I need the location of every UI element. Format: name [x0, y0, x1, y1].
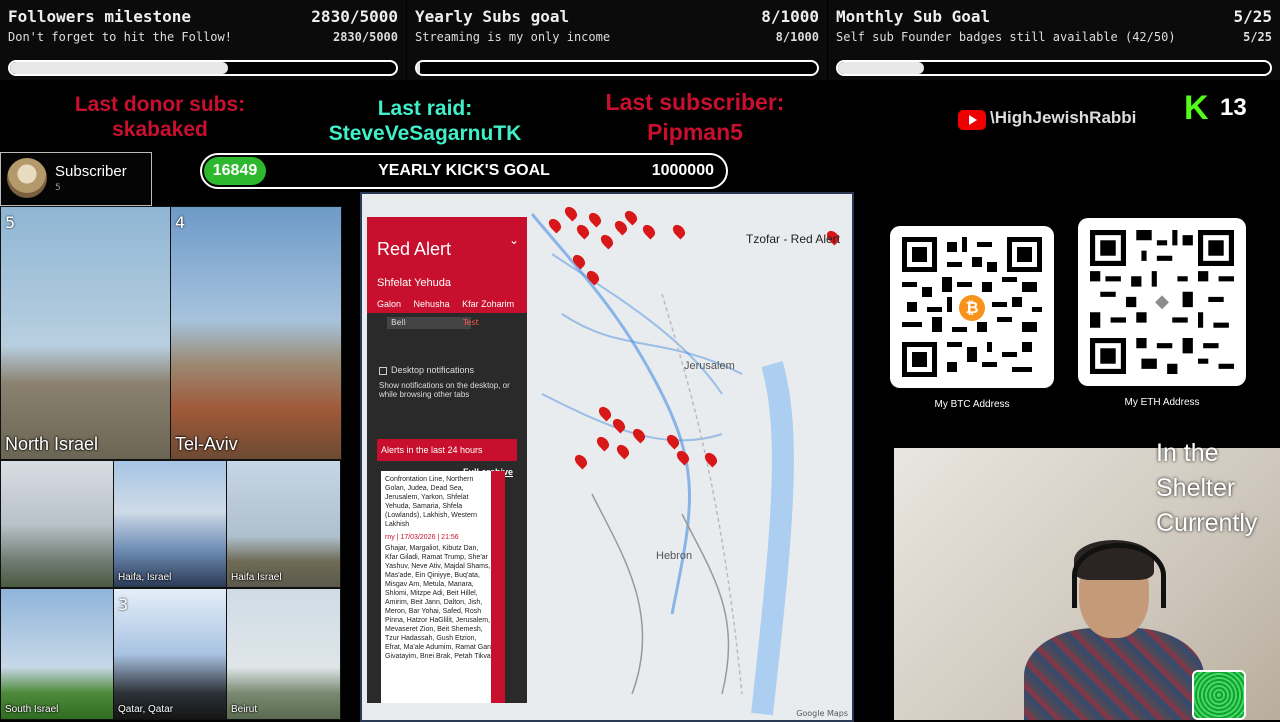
camera-label: Haifa, Israel: [118, 572, 172, 583]
goal-yearly-subs: Yearly Subs goal 8/1000 Streaming is my …: [407, 0, 827, 80]
last-raid-label: Last raid:: [377, 97, 473, 120]
shelter-line-3: Currently: [1156, 509, 1258, 537]
camera-feed: 5 North Israel: [0, 206, 172, 460]
camera-label: North Israel: [5, 434, 99, 454]
camera-feed: South Israel: [0, 588, 115, 720]
shelter-line-2: Shelter: [1156, 474, 1236, 502]
sound-select-value: Bell: [391, 318, 406, 327]
shelter-status-text: In the Shelter Currently: [1156, 436, 1257, 541]
goal-progress-fill: [10, 62, 229, 74]
goal-count-secondary: 5/25: [1243, 30, 1272, 44]
alerts-header: Alerts in the last 24 hours Full archive: [377, 439, 517, 477]
kick-viewer-count: 13: [1220, 94, 1247, 121]
goal-progress-fill: [838, 62, 925, 74]
camera-label: South Israel: [5, 704, 59, 715]
red-alert-region: Shfelat Yehuda: [377, 277, 452, 289]
tab-kfar-zoharim[interactable]: Kfar Zoharim: [462, 299, 514, 309]
red-alert-header: Red Alert ⌄ Shfelat Yehuda Galon Nehusha…: [367, 217, 527, 313]
goal-count: 5/25: [1233, 7, 1272, 26]
notifications-description: Show notifications on the desktop, or wh…: [379, 381, 510, 399]
camera-feed: Beirut: [226, 588, 341, 720]
goal-progress-fill: [417, 62, 421, 74]
camera-label: Beirut: [231, 704, 258, 715]
kick-goal-label: YEARLY KICK'S GOAL: [378, 162, 550, 179]
alerts-list-intro: Confrontation Line, Northern Golan, Jude…: [385, 476, 478, 528]
tab-nehusha[interactable]: Nehusha: [414, 299, 450, 309]
subscriber-box: Subscriber 5: [0, 152, 152, 206]
youtube-icon: [958, 110, 986, 130]
last-donor: Last donor subs: skabaked: [50, 92, 270, 142]
chevron-down-icon[interactable]: ⌄: [509, 233, 519, 247]
green-widget-icon: [1192, 670, 1246, 720]
alerts-list-body: Ghajar, Margaliot, Kibutz Dan, Kfar Gila…: [385, 545, 493, 660]
camera-label: Tel-Aviv: [175, 434, 238, 454]
yearly-kick-goal-bar: 16849 YEARLY KICK'S GOAL 1000000: [200, 153, 728, 189]
bitcoin-icon: ₿: [959, 295, 985, 321]
alerts-scrollbar[interactable]: [491, 471, 505, 703]
goal-title: Yearly Subs goal: [415, 7, 570, 26]
goal-title: Followers milestone: [8, 7, 192, 26]
tzofar-label: Tzofar - Red Alert: [746, 232, 841, 246]
camera-feed: Haifa, Israel: [113, 460, 228, 588]
goal-count: 8/1000: [761, 7, 819, 26]
goal-subtitle: Don't forget to hit the Follow!: [8, 30, 232, 44]
camera-number: 3: [118, 595, 129, 614]
last-donor-label: Last donor subs:: [74, 93, 246, 116]
alerts-list: Confrontation Line, Northern Golan, Jude…: [381, 471, 497, 703]
last-subscriber-label: Last subscriber:: [605, 89, 785, 115]
google-maps-credit: Google Maps: [796, 709, 848, 718]
camera-number: 5: [5, 213, 16, 232]
red-alert-panel: Red Alert ⌄ Shfelat Yehuda Galon Nehusha…: [367, 217, 527, 703]
tab-galon[interactable]: Galon: [377, 299, 401, 309]
goal-count-secondary: 8/1000: [775, 30, 819, 44]
goal-progress-bar: [415, 60, 819, 76]
goal-followers: Followers milestone 2830/5000 Don't forg…: [0, 0, 406, 80]
goal-progress-bar: [836, 60, 1272, 76]
alerts-list-time: rny | 17/03/2026 | 21:56: [385, 534, 459, 541]
avatar: [7, 158, 47, 198]
camera-label: Haifa Israel: [231, 572, 282, 583]
camera-feed: 3 Qatar, Qatar: [113, 588, 228, 720]
camera-label: Qatar, Qatar: [118, 704, 174, 715]
goal-title: Monthly Sub Goal: [836, 7, 991, 26]
eth-qr-caption: My ETH Address: [1124, 397, 1200, 408]
camera-feed: [0, 460, 115, 588]
kick-icon: K: [1184, 89, 1209, 127]
goal-count: 2830/5000: [311, 7, 398, 26]
last-raid: Last raid: SteveVeSagarnuTK: [310, 96, 540, 146]
notifications-title: Desktop notifications: [391, 365, 475, 375]
camera-feed: Haifa Israel: [226, 460, 341, 588]
btc-qr-caption: My BTC Address: [934, 399, 1010, 410]
ethereum-icon: ◆: [1149, 289, 1175, 315]
subscriber-count: 5: [55, 183, 61, 193]
youtube-channel-name: \HighJewishRabbi: [990, 108, 1137, 127]
red-alert-title: Red Alert: [377, 239, 452, 259]
subscriber-title: Subscriber: [55, 163, 127, 180]
red-alert-tabs: Galon Nehusha Kfar Zoharim: [377, 299, 524, 309]
desktop-notifications[interactable]: Desktop notifications Show notifications…: [379, 365, 519, 399]
eth-qr-card: ◆: [1078, 218, 1246, 386]
headset-icon: [1072, 543, 1166, 608]
sound-select[interactable]: Bell: [387, 317, 471, 329]
kick-goal-target: 1000000: [651, 162, 714, 179]
last-subscriber-name: Pipman5: [647, 119, 743, 145]
goal-progress-bar: [8, 60, 398, 76]
person-body: [1024, 628, 1204, 720]
goal-subtitle: Streaming is my only income: [415, 30, 611, 44]
last-subscriber: Last subscriber: Pipman5: [580, 87, 810, 147]
shelter-line-1: In the: [1156, 439, 1219, 467]
test-button[interactable]: Test: [463, 318, 479, 327]
notifications-checkbox[interactable]: [379, 366, 387, 375]
btc-qr-card: ₿: [890, 226, 1054, 388]
goal-monthly-subs: Monthly Sub Goal 5/25 Self sub Founder b…: [828, 0, 1280, 80]
camera-number: 4: [175, 213, 186, 232]
alerts-label: Alerts in the last 24 hours: [381, 445, 483, 455]
goal-count-secondary: 2830/5000: [332, 30, 398, 44]
goal-subtitle: Self sub Founder badges still available …: [836, 30, 1176, 44]
last-donor-name: skabaked: [112, 118, 208, 141]
last-raid-name: SteveVeSagarnuTK: [328, 122, 522, 145]
map-place-label: Hebron: [656, 550, 693, 562]
map-place-label: Jerusalem: [684, 360, 735, 372]
camera-feed: 4 Tel-Aviv: [170, 206, 342, 460]
